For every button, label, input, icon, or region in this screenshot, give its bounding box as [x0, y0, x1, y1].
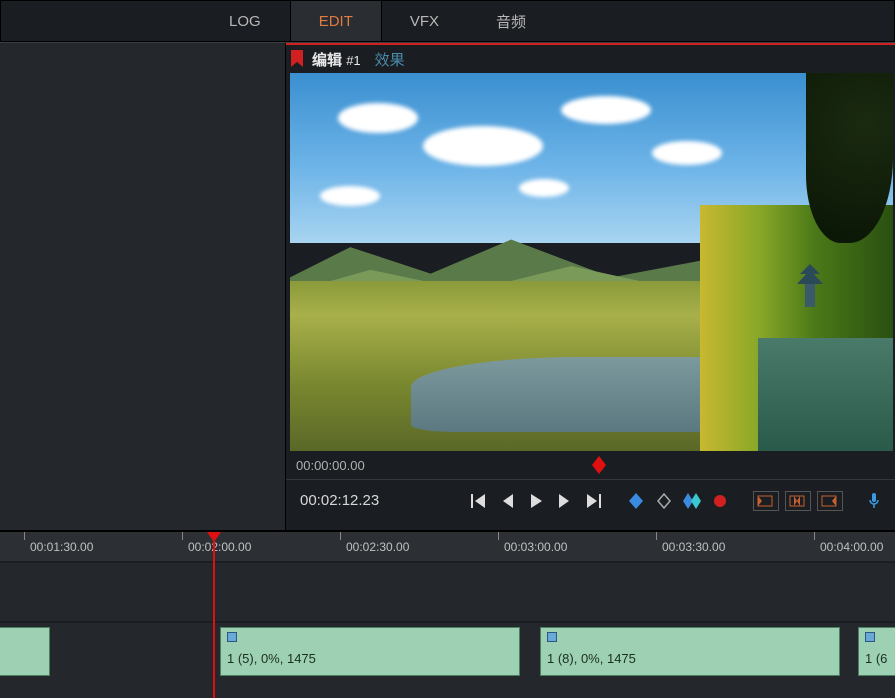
ruler-tick: 00:01:30.00	[30, 540, 93, 554]
tab-vfx[interactable]: VFX	[382, 1, 468, 41]
clip-handle-icon[interactable]	[865, 632, 875, 642]
scrub-bar[interactable]: 00:00:00.00	[286, 451, 895, 479]
keyframe-dual-icon[interactable]	[681, 490, 703, 512]
top-tab-bar: LOG EDIT VFX 音频	[0, 0, 895, 42]
ruler-tick: 00:04:00.00	[820, 540, 883, 554]
ruler-tick: 00:03:30.00	[662, 540, 725, 554]
mic-icon[interactable]	[863, 490, 885, 512]
step-back-button[interactable]	[497, 490, 519, 512]
clip-label: 1 (6	[865, 651, 887, 666]
video-track[interactable]: 88 1 (5), 0%, 1475 1 (8), 0%, 1475 1 (6	[0, 622, 895, 680]
keyframe-solid-icon[interactable]	[625, 490, 647, 512]
main-timecode: 00:02:12.23	[300, 492, 379, 509]
keyframe-outline-icon[interactable]	[653, 490, 675, 512]
clip-label: 1 (8), 0%, 1475	[547, 651, 636, 666]
go-start-button[interactable]	[469, 490, 491, 512]
clip[interactable]: 1 (8), 0%, 1475	[540, 627, 840, 676]
tab-log[interactable]: LOG	[201, 1, 290, 41]
mark-center-button[interactable]	[785, 491, 811, 511]
timeline-ruler[interactable]: 00:01:30.00 00:02:00.00 00:02:30.00 00:0…	[0, 532, 895, 562]
viewer-tab-edit-suffix: #1	[346, 53, 360, 68]
timeline: 00:01:30.00 00:02:00.00 00:02:30.00 00:0…	[0, 532, 895, 698]
mark-out-button[interactable]	[817, 491, 843, 511]
ruler-tick: 00:03:00.00	[504, 540, 567, 554]
viewer-tab-effect[interactable]: 效果	[375, 49, 405, 70]
viewer-panel: 编辑 #1 效果	[286, 43, 895, 530]
tab-audio[interactable]: 音频	[468, 1, 555, 41]
record-icon[interactable]	[709, 490, 731, 512]
go-end-button[interactable]	[581, 490, 603, 512]
timeline-playhead[interactable]	[213, 532, 215, 698]
bookmark-icon	[290, 50, 304, 68]
clip-handle-icon[interactable]	[547, 632, 557, 642]
play-button[interactable]	[525, 490, 547, 512]
step-forward-button[interactable]	[553, 490, 575, 512]
transport-bar: 00:02:12.23	[286, 479, 895, 521]
track-spacer	[0, 562, 895, 622]
scrub-playhead-icon[interactable]	[592, 456, 606, 477]
viewer-header: 编辑 #1 效果	[286, 43, 895, 73]
preview-viewport[interactable]	[290, 73, 893, 451]
clip[interactable]: 1 (6	[858, 627, 895, 676]
ruler-tick: 00:02:00.00	[188, 540, 251, 554]
clip[interactable]: 1 (5), 0%, 1475	[220, 627, 520, 676]
mark-in-button[interactable]	[753, 491, 779, 511]
left-panel	[0, 43, 286, 530]
clip-handle-icon[interactable]	[227, 632, 237, 642]
scrub-timecode: 00:00:00.00	[296, 458, 365, 473]
clip-label: 1 (5), 0%, 1475	[227, 651, 316, 666]
viewer-tab-edit-prefix: 编辑	[312, 52, 342, 69]
viewer-tab-edit[interactable]: 编辑 #1	[312, 49, 361, 70]
ruler-tick: 00:02:30.00	[346, 540, 409, 554]
tab-edit[interactable]: EDIT	[290, 1, 382, 41]
clip[interactable]: 88	[0, 627, 50, 676]
